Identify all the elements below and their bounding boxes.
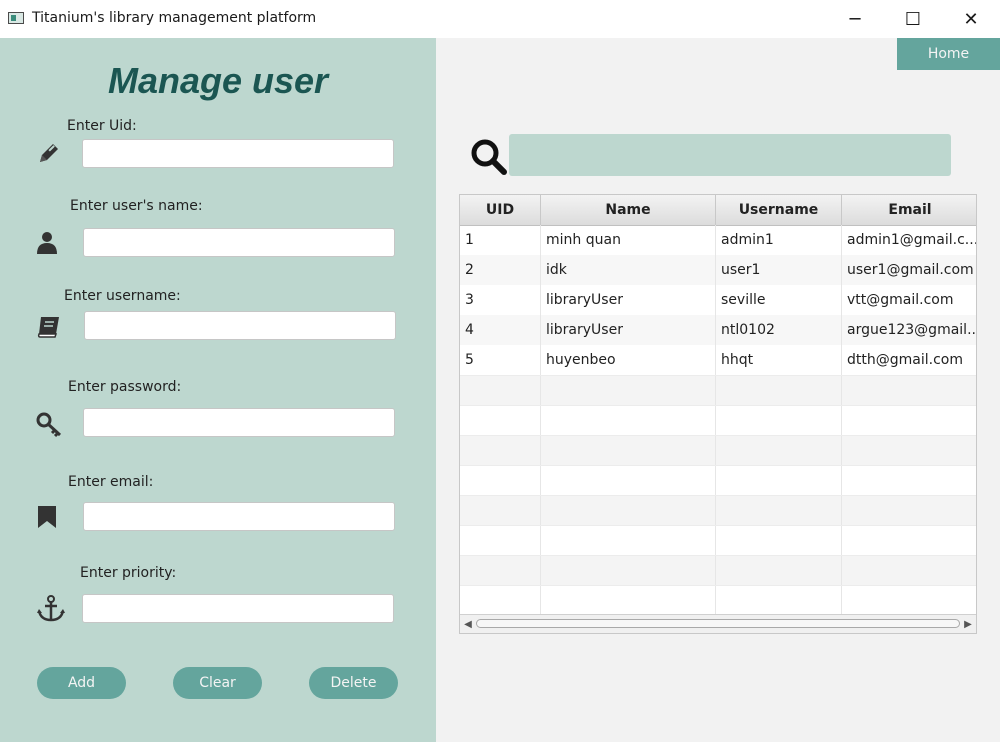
cell-email: vtt@gmail.com <box>842 285 976 315</box>
table-row[interactable]: 5 huyenbeo hhqt dtth@gmail.com <box>460 345 976 375</box>
password-input[interactable] <box>83 408 395 437</box>
scroll-right-icon[interactable]: ▶ <box>961 616 975 632</box>
anchor-icon <box>37 595 65 622</box>
clear-button[interactable]: Clear <box>173 667 262 699</box>
empty-row <box>460 405 976 436</box>
empty-row <box>460 495 976 526</box>
empty-row <box>460 585 976 616</box>
cell-name: libraryUser <box>541 285 716 315</box>
empty-row <box>460 375 976 406</box>
table-body: 1 minh quan admin1 admin1@gmail.c... 2 i… <box>460 225 976 616</box>
email-input[interactable] <box>83 502 395 531</box>
cell-uid: 4 <box>460 315 541 345</box>
user-name-input[interactable] <box>83 228 395 257</box>
cell-username: seville <box>716 285 842 315</box>
title-bar: Titanium's library management platform ─… <box>0 0 1000 38</box>
pencil-icon <box>36 140 62 166</box>
horizontal-scrollbar[interactable]: ◀ ▶ <box>460 614 976 633</box>
table-row[interactable]: 4 libraryUser ntl0102 argue123@gmail... <box>460 315 976 345</box>
table-row[interactable]: 3 libraryUser seville vtt@gmail.com <box>460 285 976 315</box>
cell-name: huyenbeo <box>541 345 716 375</box>
empty-row <box>460 555 976 586</box>
cell-uid: 5 <box>460 345 541 375</box>
window-title: Titanium's library management platform <box>32 10 317 26</box>
column-header-uid[interactable]: UID <box>460 195 541 225</box>
minimize-button[interactable]: ─ <box>826 0 884 38</box>
cell-email: dtth@gmail.com <box>842 345 976 375</box>
cell-uid: 2 <box>460 255 541 285</box>
key-icon <box>36 412 62 438</box>
cell-uid: 3 <box>460 285 541 315</box>
close-button[interactable]: ✕ <box>942 0 1000 38</box>
search-icon[interactable] <box>470 138 508 176</box>
delete-button[interactable]: Delete <box>309 667 398 699</box>
column-header-name[interactable]: Name <box>541 195 716 225</box>
book-icon <box>36 314 62 340</box>
cell-username: ntl0102 <box>716 315 842 345</box>
empty-row <box>460 465 976 496</box>
uid-input[interactable] <box>82 139 394 168</box>
table-row[interactable]: 2 idk user1 user1@gmail.com <box>460 255 976 285</box>
scroll-left-icon[interactable]: ◀ <box>461 616 475 632</box>
name-label: Enter user's name: <box>70 198 203 214</box>
column-header-email[interactable]: Email <box>842 195 976 225</box>
cell-name: libraryUser <box>541 315 716 345</box>
priority-label: Enter priority: <box>80 565 177 581</box>
cell-username: user1 <box>716 255 842 285</box>
users-table: UID Name Username Email 1 minh quan admi… <box>459 194 977 634</box>
page-title: Manage user <box>107 60 329 101</box>
cell-email: admin1@gmail.c... <box>842 225 976 255</box>
uid-label: Enter Uid: <box>67 118 137 134</box>
cell-username: hhqt <box>716 345 842 375</box>
empty-row <box>460 435 976 466</box>
add-button[interactable]: Add <box>37 667 126 699</box>
cell-name: idk <box>541 255 716 285</box>
scrollbar-thumb[interactable] <box>476 619 960 628</box>
cell-email: user1@gmail.com <box>842 255 976 285</box>
column-header-username[interactable]: Username <box>716 195 842 225</box>
username-label: Enter username: <box>64 288 181 304</box>
cell-username: admin1 <box>716 225 842 255</box>
cell-uid: 1 <box>460 225 541 255</box>
cell-email: argue123@gmail... <box>842 315 976 345</box>
user-icon <box>35 230 61 256</box>
priority-input[interactable] <box>82 594 394 623</box>
table-row[interactable]: 1 minh quan admin1 admin1@gmail.c... <box>460 225 976 255</box>
username-input[interactable] <box>84 311 396 340</box>
email-label: Enter email: <box>68 474 154 490</box>
app-icon <box>8 12 24 24</box>
maximize-button[interactable]: ☐ <box>884 0 942 38</box>
search-input[interactable] <box>509 134 951 176</box>
cell-name: minh quan <box>541 225 716 255</box>
table-header: UID Name Username Email <box>460 195 976 226</box>
home-button[interactable]: Home <box>897 38 1000 70</box>
password-label: Enter password: <box>68 379 182 395</box>
empty-row <box>460 525 976 556</box>
bookmark-icon <box>37 505 63 531</box>
